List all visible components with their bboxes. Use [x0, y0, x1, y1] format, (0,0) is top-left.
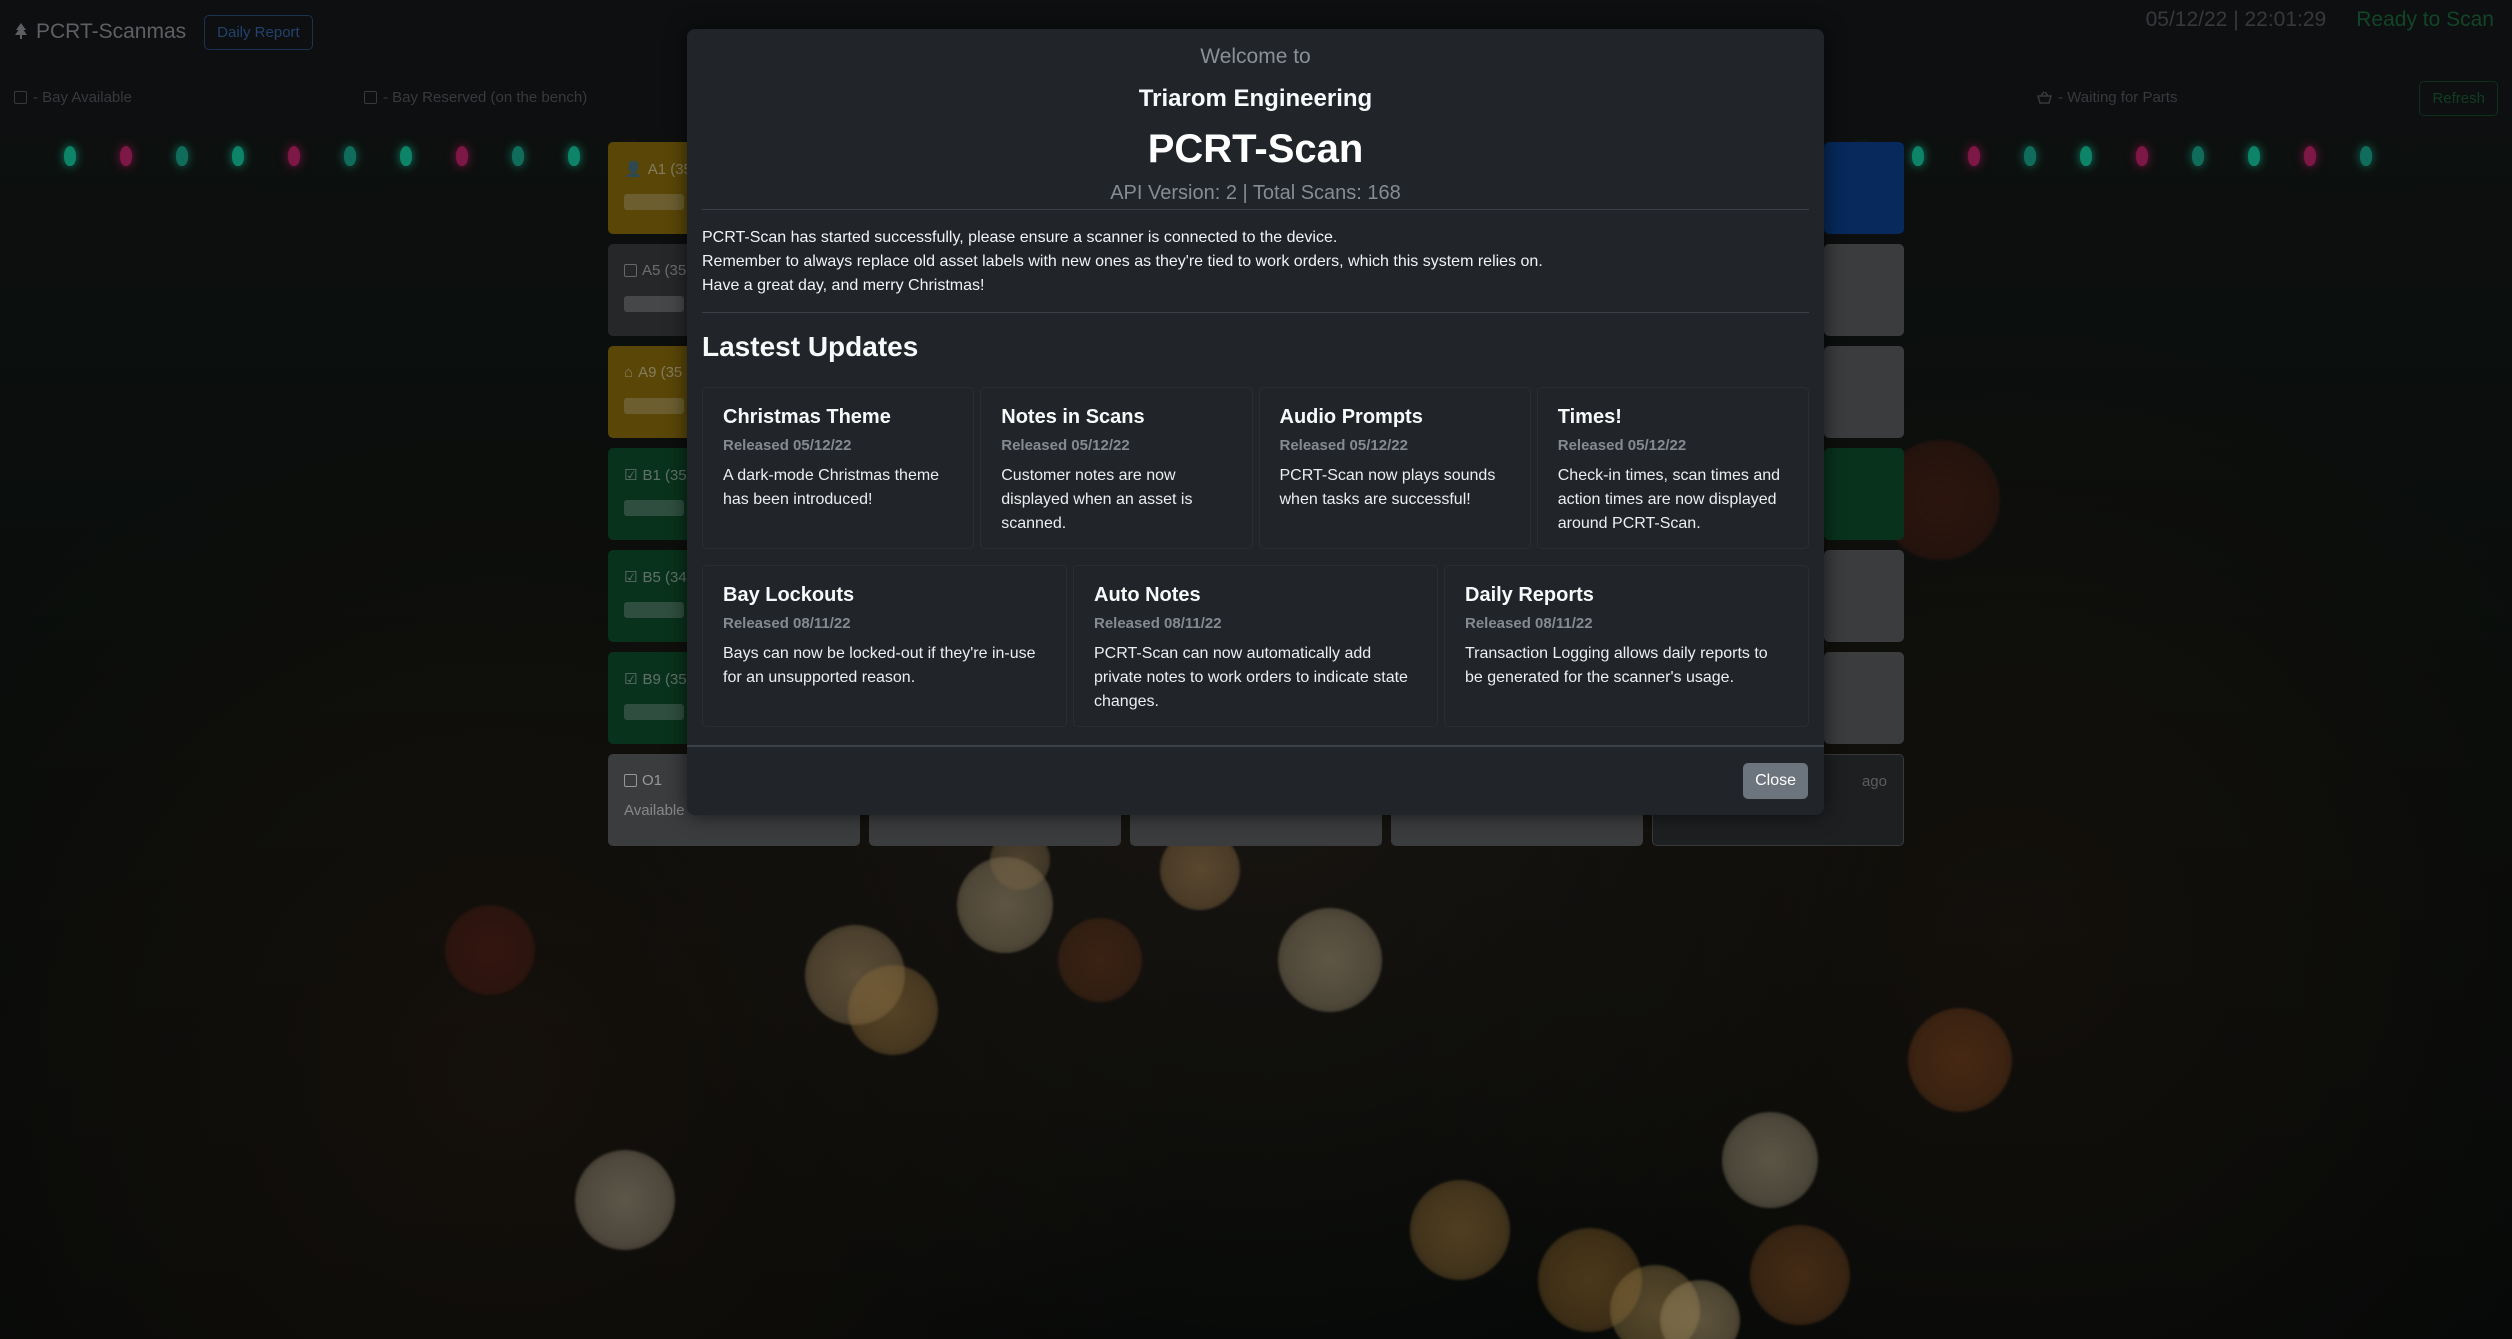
update-card: Times! Released 05/12/22 Check-in times,…	[1536, 387, 1809, 549]
update-title: Bay Lockouts	[723, 584, 855, 606]
update-date: Released 08/11/22	[1094, 615, 1222, 632]
company-name: Triarom Engineering	[1138, 85, 1373, 112]
update-date: Released 08/11/22	[723, 615, 851, 632]
update-card: Bay Lockouts Released 08/11/22 Bays can …	[702, 565, 1067, 727]
updates-row-2: Bay Lockouts Released 08/11/22 Bays can …	[702, 565, 1809, 727]
welcome-modal: Welcome to Triarom Engineering PCRT-Scan…	[687, 29, 1824, 815]
update-date: Released 05/12/22	[1279, 437, 1408, 454]
update-text: Customer notes are now displayed when an…	[1001, 467, 1193, 532]
update-card: Christmas Theme Released 05/12/22 A dark…	[702, 387, 975, 549]
update-card: Notes in Scans Released 05/12/22 Custome…	[980, 387, 1253, 549]
update-card: Audio Prompts Released 05/12/22 PCRT-Sca…	[1258, 387, 1531, 549]
updates-title: Lastest Updates	[702, 331, 919, 362]
intro-line: Remember to always replace old asset lab…	[702, 253, 1543, 270]
modal-header: Welcome to Triarom Engineering PCRT-Scan…	[687, 29, 1824, 209]
update-date: Released 05/12/22	[1001, 437, 1130, 454]
update-text: PCRT-Scan can now automatically add priv…	[1094, 645, 1408, 710]
update-card: Daily Reports Released 08/11/22 Transact…	[1444, 565, 1809, 727]
api-version: API Version: 2 | Total Scans: 168	[1110, 182, 1401, 204]
update-date: Released 08/11/22	[1465, 615, 1593, 632]
welcome-text: Welcome to	[1200, 45, 1311, 68]
updates-row-1: Christmas Theme Released 05/12/22 A dark…	[702, 387, 1809, 549]
update-text: Bays can now be locked-out if they're in…	[723, 645, 1036, 686]
update-card: Auto Notes Released 08/11/22 PCRT-Scan c…	[1073, 565, 1438, 727]
close-button[interactable]: Close	[1743, 763, 1808, 799]
update-title: Christmas Theme	[723, 406, 891, 428]
intro-line: PCRT-Scan has started successfully, plea…	[702, 229, 1338, 246]
modal-footer: Close	[687, 745, 1824, 815]
update-text: PCRT-Scan now plays sounds when tasks ar…	[1279, 467, 1496, 508]
update-title: Daily Reports	[1465, 584, 1594, 606]
intro-line: Have a great day, and merry Christmas!	[702, 277, 985, 294]
update-title: Notes in Scans	[1001, 406, 1145, 428]
app-name: PCRT-Scan	[1147, 127, 1364, 171]
update-text: A dark-mode Christmas theme has been int…	[723, 467, 940, 508]
update-title: Auto Notes	[1094, 584, 1201, 606]
update-date: Released 05/12/22	[1557, 437, 1687, 454]
intro-text: PCRT-Scan has started successfully, plea…	[687, 210, 1824, 312]
update-title: Audio Prompts	[1279, 406, 1423, 428]
update-text: Check-in times, scan times and action ti…	[1557, 467, 1781, 532]
update-date: Released 05/12/22	[723, 437, 852, 454]
update-text: Transaction Logging allows daily reports…	[1465, 645, 1768, 686]
update-title: Times!	[1557, 406, 1622, 428]
